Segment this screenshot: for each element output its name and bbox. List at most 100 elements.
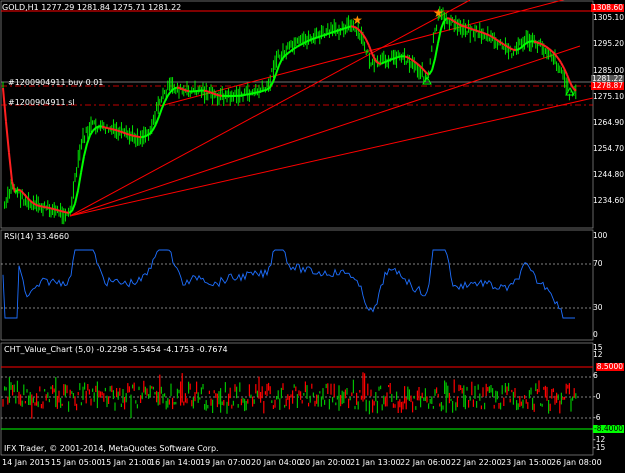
time-tick: 22 Jan 22:00: [451, 458, 502, 467]
moving-average-segment: [39, 206, 42, 207]
moving-average-segment: [18, 190, 21, 191]
moving-average-segment: [486, 34, 489, 35]
moving-average-segment: [537, 43, 540, 44]
moving-average-segment: [324, 34, 327, 35]
time-tick: 20 Jan 20:00: [300, 458, 351, 467]
moving-average-segment: [465, 27, 468, 28]
moving-average-segment: [183, 89, 186, 90]
rsi-panel-frame: [1, 230, 593, 340]
moving-average-segment: [213, 93, 216, 94]
moving-average-segment: [135, 136, 138, 137]
moving-average-segment: [162, 101, 165, 108]
moving-average-segment: [174, 88, 177, 89]
moving-average-segment: [489, 35, 492, 37]
moving-average-segment: [60, 211, 63, 212]
moving-average-segment: [363, 35, 366, 40]
time-tick: 21 Jan 13:00: [350, 458, 401, 467]
time-tick: 14 Jan 2015: [2, 458, 50, 467]
order-buy-label: #1200904911 buy 0.01: [8, 78, 103, 87]
moving-average-segment: [165, 95, 168, 101]
moving-average-segment: [288, 51, 291, 53]
moving-average-segment: [471, 29, 474, 30]
moving-average-segment: [411, 59, 414, 61]
moving-average-segment: [516, 49, 519, 50]
moving-average-segment: [45, 207, 48, 208]
moving-average-segment: [48, 208, 51, 209]
chart-canvas[interactable]: ★★: [0, 0, 625, 469]
moving-average-segment: [327, 33, 330, 34]
rsi-tick: 100: [593, 232, 607, 240]
time-tick: 15 Jan 21:00: [101, 458, 152, 467]
moving-average-segment: [378, 63, 381, 64]
high-price-tag: 1308.60: [591, 4, 624, 12]
moving-average-segment: [342, 28, 345, 29]
moving-average-segment: [429, 70, 432, 75]
moving-average-segment: [381, 63, 384, 64]
moving-average-segment: [204, 91, 207, 92]
moving-average-segment: [480, 32, 483, 33]
moving-average-segment: [9, 153, 12, 181]
moving-average-segment: [138, 137, 141, 138]
moving-average-segment: [438, 29, 441, 44]
moving-average-segment: [159, 108, 162, 116]
moving-average-segment: [393, 58, 396, 59]
cht-tick: 6: [593, 372, 598, 380]
moving-average-segment: [357, 28, 360, 31]
moving-average-segment: [69, 211, 72, 213]
moving-average-segment: [528, 41, 531, 42]
moving-average-segment: [258, 92, 261, 93]
chart-window[interactable]: ★★ GOLD,H1 1277.29 1281.84 1275.71 1281.…: [0, 0, 625, 469]
moving-average-segment: [300, 44, 303, 46]
moving-average-segment: [435, 43, 438, 59]
moving-average-segment: [441, 21, 444, 29]
moving-average-segment: [321, 35, 324, 36]
moving-average-segment: [42, 207, 45, 208]
moving-average-segment: [318, 36, 321, 37]
moving-average-segment: [111, 129, 114, 130]
price-tick: 1295.20: [593, 40, 624, 48]
moving-average-segment: [474, 30, 477, 31]
moving-average-segment: [330, 32, 333, 33]
time-tick: 26 Jan 08:00: [551, 458, 602, 467]
moving-average-segment: [24, 194, 27, 197]
moving-average-segment: [507, 46, 510, 48]
moving-average-segment: [282, 56, 285, 60]
moving-average-segment: [345, 27, 348, 28]
moving-average-segment: [390, 59, 393, 60]
moving-average-segment: [180, 88, 183, 89]
rsi-tick: 0: [593, 331, 598, 339]
moving-average-segment: [186, 91, 189, 92]
moving-average-segment: [117, 130, 120, 131]
moving-average-segment: [348, 26, 351, 27]
cht-tick: 12: [593, 351, 603, 359]
moving-average-segment: [546, 47, 549, 49]
moving-average-segment: [423, 69, 426, 72]
moving-average-segment: [156, 117, 159, 125]
rsi-header: RSI(14) 33.4660: [4, 232, 69, 241]
time-tick: 16 Jan 14:00: [150, 458, 201, 467]
cht-upper-tag: 8.5000: [596, 363, 624, 371]
moving-average-segment: [126, 134, 129, 135]
trend-line: [160, 0, 593, 106]
main-header: GOLD,H1 1277.29 1281.84 1275.71 1281.22: [2, 3, 181, 12]
moving-average-segment: [90, 131, 93, 136]
moving-average-segment: [285, 53, 288, 55]
time-tick: 20 Jan 04:00: [251, 458, 302, 467]
moving-average-segment: [462, 26, 465, 27]
moving-average-segment: [120, 131, 123, 132]
moving-average-segment: [114, 130, 117, 131]
moving-average-segment: [249, 94, 252, 95]
moving-average-segment: [339, 29, 342, 30]
moving-average-segment: [447, 18, 450, 19]
moving-average-segment: [534, 42, 537, 43]
moving-average-segment: [387, 60, 390, 61]
moving-average-segment: [366, 39, 369, 45]
moving-average-segment: [261, 91, 264, 92]
moving-average-segment: [72, 204, 75, 212]
main-panel-frame: [1, 1, 593, 228]
moving-average-segment: [216, 95, 219, 96]
moving-average-segment: [78, 173, 81, 191]
cht-header: CHT_Value_Chart (5,0) -0.2298 -5.5454 -4…: [4, 345, 228, 354]
moving-average-segment: [384, 61, 387, 62]
moving-average-segment: [255, 92, 258, 93]
